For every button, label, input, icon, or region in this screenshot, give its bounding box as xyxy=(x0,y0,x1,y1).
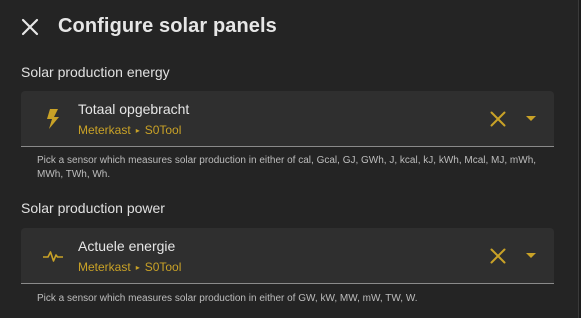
energy-dropdown-button[interactable] xyxy=(521,108,541,130)
clear-icon xyxy=(490,248,506,264)
energy-clear-button[interactable] xyxy=(487,108,509,130)
clear-icon xyxy=(490,111,506,127)
energy-sensor-picker[interactable]: Totaal opgebracht Meterkast ▸ S0Tool xyxy=(21,91,554,147)
power-dropdown-button[interactable] xyxy=(521,245,541,267)
power-entity-name: Actuele energie xyxy=(78,238,176,254)
energy-section-label: Solar production energy xyxy=(21,64,170,80)
menu-down-icon xyxy=(526,116,536,121)
close-button[interactable] xyxy=(16,13,44,41)
power-section-label: Solar production power xyxy=(21,200,165,216)
power-helper-text: Pick a sensor which measures solar produ… xyxy=(37,293,418,304)
energy-area-label: Meterkast xyxy=(78,123,131,137)
energy-entity-name: Totaal opgebracht xyxy=(78,101,190,117)
energy-entity-context: Meterkast ▸ S0Tool xyxy=(78,123,181,137)
breadcrumb-separator-icon: ▸ xyxy=(135,262,140,272)
dialog-title: Configure solar panels xyxy=(58,15,277,37)
menu-down-icon xyxy=(526,253,536,258)
power-clear-button[interactable] xyxy=(487,245,509,267)
close-icon xyxy=(21,18,39,36)
pulse-icon xyxy=(41,244,65,268)
dialog-header: Configure solar panels xyxy=(0,0,578,54)
energy-helper-text: Pick a sensor which measures solar produ… xyxy=(37,155,537,180)
power-entity-context: Meterkast ▸ S0Tool xyxy=(78,260,181,274)
power-sensor-picker[interactable]: Actuele energie Meterkast ▸ S0Tool xyxy=(21,228,554,284)
configure-solar-dialog: Configure solar panels Solar production … xyxy=(0,0,579,318)
energy-device-label: S0Tool xyxy=(144,123,182,137)
power-area-label: Meterkast xyxy=(78,260,131,274)
lightning-bolt-icon xyxy=(41,107,65,131)
power-device-label: S0Tool xyxy=(144,260,182,274)
breadcrumb-separator-icon: ▸ xyxy=(135,125,140,135)
